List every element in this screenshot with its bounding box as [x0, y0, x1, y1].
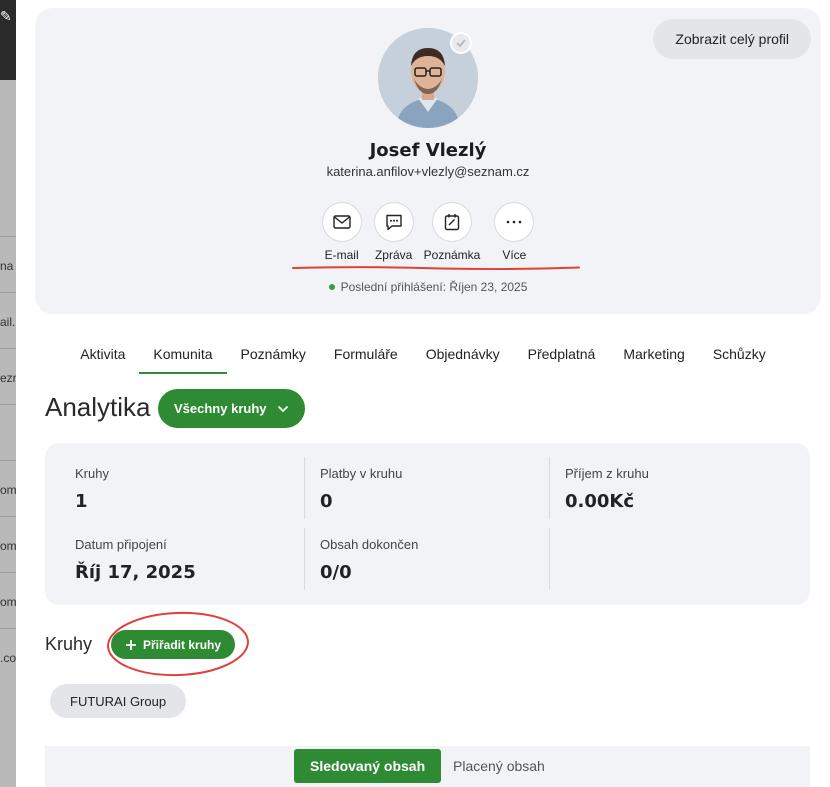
background-text-fragment: om [0, 595, 16, 609]
tab-paid-content[interactable]: Placený obsah [453, 758, 545, 774]
note-icon [431, 202, 472, 242]
background-text-fragment: ezn [0, 371, 16, 385]
chevron-down-icon [277, 405, 288, 412]
tab-orders[interactable]: Objednávky [412, 338, 514, 374]
stat-label: Příjem z kruhu [565, 466, 649, 481]
stat-value: 0/0 [320, 562, 352, 583]
contact-email: katerina.anfilov+vlezly@seznam.cz [326, 164, 530, 179]
background-divider [0, 236, 16, 237]
stat-circle-income: Příjem z kruhu 0.00Kč [565, 466, 649, 512]
tab-notes[interactable]: Poznámky [227, 338, 320, 374]
chat-icon [373, 202, 414, 242]
background-divider [0, 460, 16, 461]
red-circle-annotation [107, 611, 249, 677]
note-action-button[interactable]: Poznámka [423, 202, 481, 262]
circle-chip[interactable]: FUTURAI Group [50, 684, 187, 718]
background-text-fragment: .co [0, 651, 16, 665]
background-divider [0, 572, 16, 573]
background-divider [0, 404, 16, 405]
background-text-fragment: om [0, 539, 16, 553]
email-action-button[interactable]: E-mail [321, 202, 362, 262]
more-icon [494, 202, 535, 242]
stat-label: Datum připojení [75, 537, 167, 552]
stat-label: Kruhy [75, 466, 109, 481]
stat-divider [549, 457, 550, 519]
stat-join-date: Datum připojení Říj 17, 2025 [75, 537, 196, 583]
stat-content-completed: Obsah dokončen 0/0 [320, 537, 418, 583]
pen-icon: ✎ [0, 8, 12, 24]
background-divider [0, 292, 16, 293]
message-action-button[interactable]: Zpráva [373, 202, 414, 262]
stat-label: Obsah dokončen [320, 537, 419, 552]
online-status-dot [328, 283, 335, 290]
tab-subscriptions[interactable]: Předplatná [514, 338, 610, 374]
stat-value: 0.00Kč [565, 491, 635, 512]
stat-value: 0 [320, 491, 333, 512]
stat-circles: Kruhy 1 [75, 466, 109, 512]
stat-value: Říj 17, 2025 [75, 562, 196, 583]
last-login-status: Poslední přihlášení: Říjen 23, 2025 [35, 280, 821, 294]
background-divider [0, 628, 16, 629]
quick-actions: E-mail Zpráva Poznámka Více [35, 202, 821, 262]
tab-forms[interactable]: Formuláře [320, 338, 412, 374]
background-text-fragment: ail. [0, 315, 16, 329]
circles-filter-label: Všechny kruhy [174, 401, 267, 416]
circles-heading: Kruhy [45, 634, 93, 654]
tab-activity[interactable]: Aktivita [66, 338, 139, 374]
background-page-strip: ✎ na ail. ezn om om om .co [0, 0, 16, 787]
last-login-text: Poslední přihlášení: Říjen 23, 2025 [340, 280, 528, 294]
stat-circle-payments: Platby v kruhu 0 [320, 466, 402, 512]
stat-divider [549, 528, 550, 590]
background-divider [0, 348, 16, 349]
analytics-heading: Analytika [45, 392, 151, 422]
note-action-label: Poznámka [423, 248, 481, 262]
red-underline-annotation [292, 266, 580, 271]
stat-value: 1 [75, 491, 88, 512]
more-action-label: Více [502, 248, 527, 262]
profile-card: Zobrazit celý profil Josef Vlezlý kateri… [35, 8, 821, 314]
analytics-stats-card: Kruhy 1 Platby v kruhu 0 Příjem z kruhu … [45, 443, 810, 605]
contact-tabs: Aktivita Komunita Poznámky Formuláře Obj… [16, 338, 830, 374]
background-text-fragment: om [0, 483, 16, 497]
tab-community[interactable]: Komunita [139, 338, 227, 374]
stat-divider [304, 457, 305, 519]
content-tabs: Sledovaný obsah Placený obsah [45, 746, 810, 787]
email-action-label: E-mail [324, 248, 359, 262]
message-action-label: Zpráva [374, 248, 413, 262]
stat-label: Platby v kruhu [320, 466, 403, 481]
mail-icon [321, 202, 362, 242]
tab-meetings[interactable]: Schůzky [699, 338, 780, 374]
view-full-profile-button[interactable]: Zobrazit celý profil [653, 19, 811, 59]
contact-name: Josef Vlezlý [369, 140, 487, 161]
tab-followed-content[interactable]: Sledovaný obsah [294, 749, 442, 783]
contact-detail-panel: Zobrazit celý profil Josef Vlezlý kateri… [16, 0, 830, 787]
verified-check-icon [450, 32, 472, 54]
circles-filter-dropdown[interactable]: Všechny kruhy [158, 389, 305, 428]
background-list [0, 80, 16, 787]
more-action-button[interactable]: Více [494, 202, 535, 262]
background-text-fragment: na [0, 259, 14, 273]
stat-divider [304, 528, 305, 590]
tab-marketing[interactable]: Marketing [609, 338, 698, 374]
background-divider [0, 516, 16, 517]
